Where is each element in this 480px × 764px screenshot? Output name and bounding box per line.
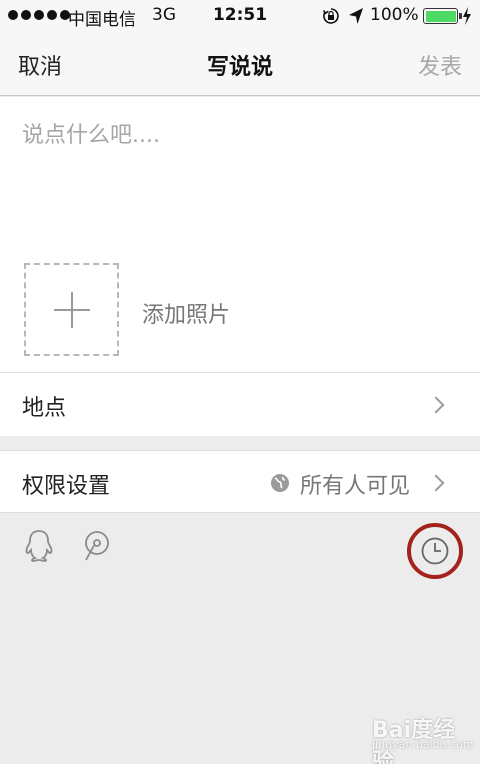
watermark-sub: jingyan.baidu.com (372, 738, 474, 751)
chevron-right-icon (427, 396, 445, 414)
status-bar: 中国电信 3G 12:51 100% (0, 0, 480, 32)
page-title: 写说说 (206, 55, 273, 80)
globe-icon (271, 474, 289, 492)
battery-icon (423, 8, 462, 24)
scheduled-post-button[interactable] (407, 523, 463, 579)
mention-icon[interactable] (82, 530, 110, 562)
permission-value: 所有人可见 (300, 474, 411, 499)
nav-bar: 取消 写说说 发表 (0, 32, 480, 96)
qq-icon[interactable] (24, 529, 54, 563)
publish-button[interactable]: 发表 (418, 49, 462, 81)
location-label: 地点 (22, 396, 67, 421)
chevron-right-icon (427, 474, 445, 492)
location-row[interactable]: 地点 (0, 372, 480, 436)
permission-label: 权限设置 (22, 474, 111, 499)
location-arrow-icon (349, 8, 363, 24)
battery-percent: 100% (370, 5, 419, 25)
add-photo-button[interactable] (24, 263, 119, 356)
add-photo-label: 添加照片 (142, 303, 231, 328)
compose-placeholder[interactable]: 说点什么吧.... (22, 117, 160, 149)
watermark: Bai度经验 jingyan.baidu.com (372, 710, 474, 764)
rotation-lock-icon (322, 8, 339, 24)
clock-icon (421, 537, 449, 565)
charging-icon (463, 7, 471, 25)
permission-row[interactable]: 权限设置 所有人可见 (0, 450, 480, 513)
